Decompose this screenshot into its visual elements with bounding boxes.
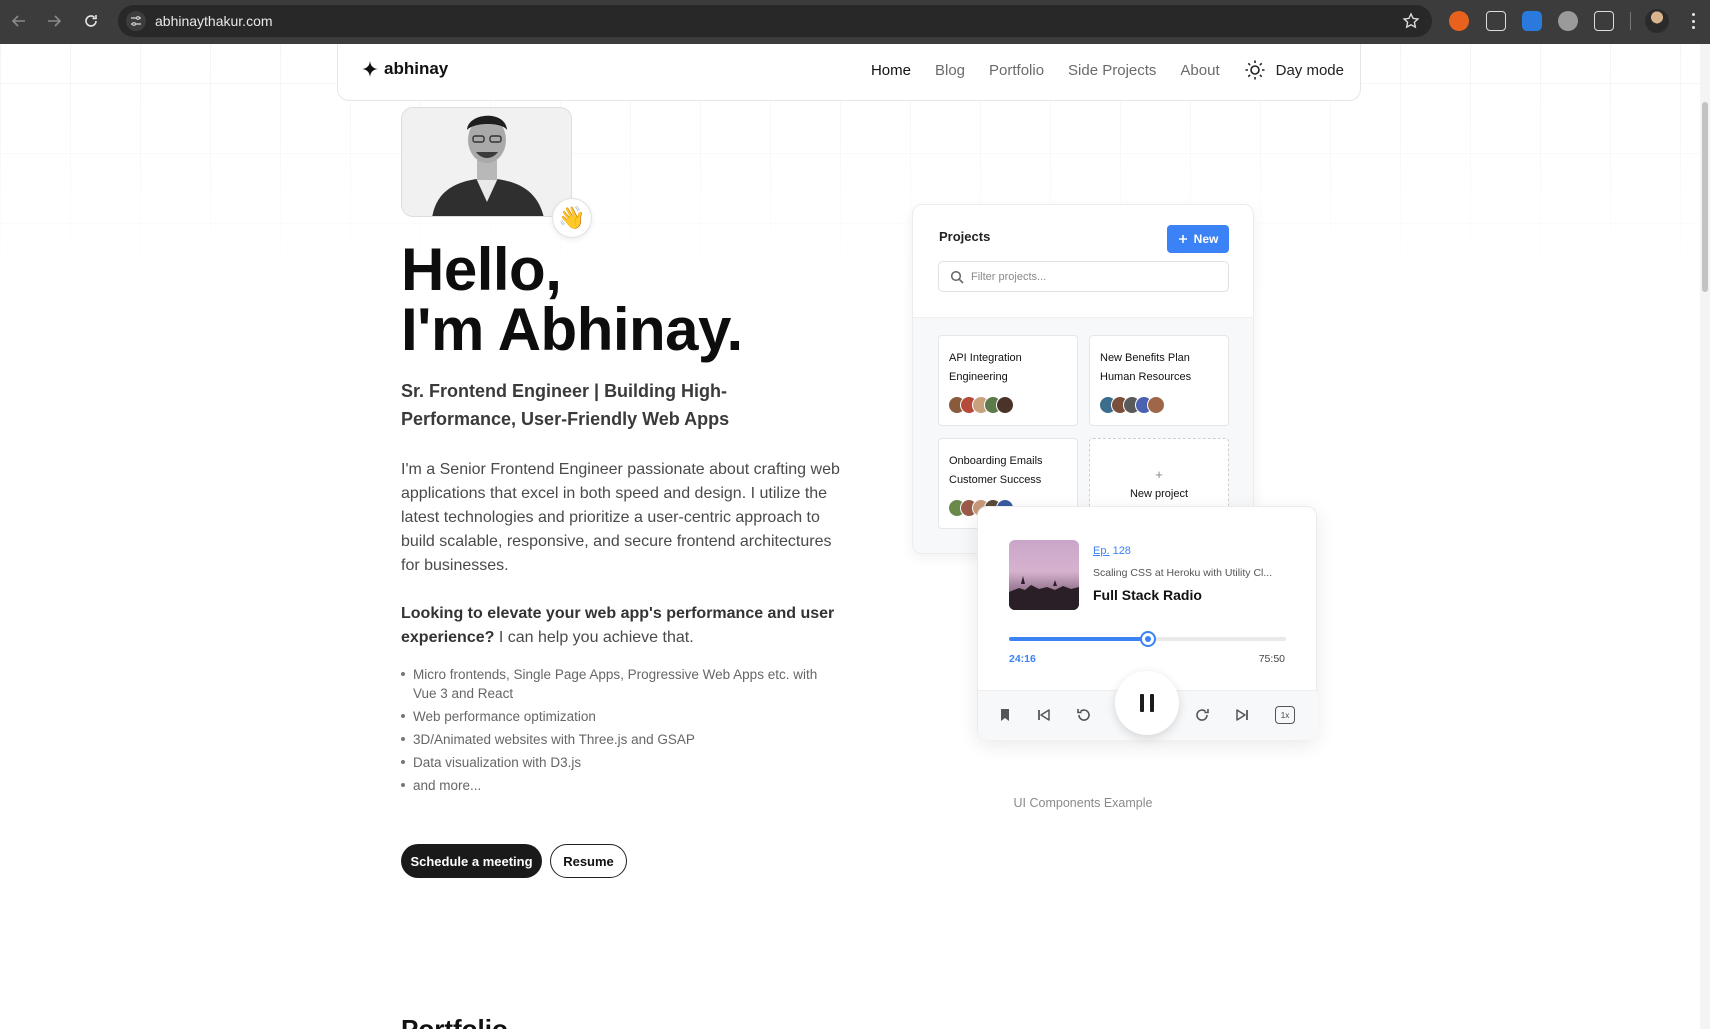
- progress-handle[interactable]: [1139, 631, 1156, 647]
- brand-name: abhinay: [384, 59, 449, 78]
- project-team: Human Resources: [1100, 371, 1192, 383]
- project-card[interactable]: New Benefits Plan Human Resources: [1089, 335, 1229, 426]
- current-time: 24:16: [1009, 653, 1036, 665]
- sun-icon: [1245, 60, 1265, 80]
- filter-projects-field[interactable]: [938, 261, 1229, 292]
- forward-icon[interactable]: [43, 10, 65, 32]
- page-scrollbar[interactable]: [1700, 44, 1710, 1029]
- project-name: Onboarding Emails: [949, 455, 1043, 467]
- browser-menu-icon[interactable]: [1685, 11, 1701, 31]
- episode-number-value: 128: [1109, 545, 1131, 557]
- waving-hand-icon: 👋: [552, 198, 592, 238]
- rewind-icon[interactable]: [1074, 706, 1092, 724]
- episode-cover-art: [1009, 540, 1079, 610]
- bookmark-icon[interactable]: [996, 706, 1014, 724]
- list-item: Data visualization with D3.js: [401, 753, 843, 772]
- theme-toggle[interactable]: Day mode: [1244, 59, 1344, 81]
- site-settings-icon[interactable]: [126, 11, 146, 31]
- project-team: Customer Success: [949, 474, 1042, 486]
- scrollbar-thumb[interactable]: [1702, 102, 1708, 292]
- main-nav: Home Blog Portfolio Side Projects About …: [871, 59, 1344, 81]
- sparkle-icon: [362, 61, 378, 77]
- project-team: Engineering: [949, 371, 1008, 383]
- resume-button[interactable]: Resume: [550, 844, 627, 878]
- hero-pitch: Looking to elevate your web app's perfor…: [401, 602, 841, 650]
- playback-speed-button[interactable]: 1x: [1275, 706, 1295, 724]
- podcast-player-widget: Ep. 128 Scaling CSS at Heroku with Utili…: [977, 506, 1318, 740]
- pause-button[interactable]: [1115, 671, 1179, 735]
- total-time: 75:50: [1258, 653, 1285, 665]
- extension-fox-icon[interactable]: [1449, 11, 1469, 31]
- list-item: and more...: [401, 776, 843, 795]
- headline-line-2: I'm Abhinay.: [401, 296, 743, 363]
- reload-icon[interactable]: [80, 10, 102, 32]
- portfolio-section-title: Portfolio: [401, 1014, 508, 1029]
- list-item: Web performance optimization: [401, 707, 843, 726]
- project-card[interactable]: API Integration Engineering: [938, 335, 1078, 426]
- episode-prefix: Ep.: [1093, 545, 1110, 557]
- schedule-meeting-button[interactable]: Schedule a meeting: [401, 844, 542, 878]
- nav-portfolio[interactable]: Portfolio: [989, 62, 1044, 79]
- list-item: 3D/Animated websites with Three.js and G…: [401, 730, 843, 749]
- project-info: API Integration Engineering: [949, 349, 1022, 387]
- avatar: [996, 396, 1014, 414]
- fast-forward-icon[interactable]: [1194, 706, 1212, 724]
- filter-projects-input[interactable]: [971, 268, 1211, 286]
- show-name: Full Stack Radio: [1093, 587, 1202, 603]
- notion-extension-icon[interactable]: [1486, 11, 1506, 31]
- extension-blue-icon[interactable]: [1522, 11, 1542, 31]
- search-icon: [950, 270, 964, 284]
- project-info: Onboarding Emails Customer Success: [949, 452, 1043, 490]
- plus-icon: +: [1155, 466, 1163, 482]
- extensions-puzzle-icon[interactable]: [1594, 11, 1614, 31]
- site-header: abhinay Home Blog Portfolio Side Project…: [337, 44, 1361, 101]
- page-viewport: abhinay Home Blog Portfolio Side Project…: [0, 44, 1700, 1029]
- progress-fill: [1009, 637, 1148, 641]
- previous-icon[interactable]: [1035, 706, 1053, 724]
- projects-widget: Projects New API Integration Engineering: [912, 204, 1254, 554]
- project-name: New Benefits Plan: [1100, 352, 1190, 364]
- project-info: New Benefits Plan Human Resources: [1100, 349, 1191, 387]
- nav-side-projects[interactable]: Side Projects: [1068, 62, 1156, 79]
- skills-list: Micro frontends, Single Page Apps, Progr…: [401, 665, 843, 799]
- address-bar[interactable]: abhinaythakur.com: [118, 5, 1432, 37]
- next-icon[interactable]: [1233, 706, 1251, 724]
- profile-photo: [401, 107, 572, 217]
- progress-slider[interactable]: [1009, 631, 1286, 647]
- nav-blog[interactable]: Blog: [935, 62, 965, 79]
- toolbar-divider: [1630, 12, 1631, 30]
- hero-headline: Hello, I'm Abhinay.: [401, 240, 743, 360]
- components-caption: UI Components Example: [1013, 796, 1153, 810]
- theme-toggle-label: Day mode: [1275, 61, 1344, 79]
- browser-toolbar: abhinaythakur.com: [0, 0, 1710, 44]
- member-avatars: [948, 396, 1014, 414]
- list-item: Micro frontends, Single Page Apps, Progr…: [401, 665, 843, 703]
- episode-title: Scaling CSS at Heroku with Utility Cl...: [1093, 567, 1273, 579]
- projects-title: Projects: [939, 229, 991, 244]
- episode-number[interactable]: Ep. 128: [1093, 545, 1131, 557]
- pitch-rest: I can help you achieve that.: [494, 629, 694, 646]
- hero-intro: I'm a Senior Frontend Engineer passionat…: [401, 461, 840, 574]
- back-icon[interactable]: [8, 10, 30, 32]
- headline-line-1: Hello,: [401, 236, 562, 303]
- member-avatars: [1099, 396, 1165, 414]
- new-button-label: New: [1193, 232, 1219, 246]
- new-project-button[interactable]: New: [1167, 225, 1229, 253]
- nav-home[interactable]: Home: [871, 62, 911, 79]
- new-project-label: New project: [1129, 487, 1189, 500]
- pause-icon: [1140, 694, 1144, 712]
- avatar: [1147, 396, 1165, 414]
- pause-icon: [1150, 694, 1154, 712]
- hero-subheading: Sr. Frontend Engineer | Building High-Pe…: [401, 381, 730, 429]
- nav-about[interactable]: About: [1180, 62, 1219, 79]
- plus-icon: [1178, 235, 1187, 243]
- extension-eyes-icon[interactable]: [1558, 11, 1578, 31]
- bookmark-star-icon[interactable]: [1402, 12, 1420, 30]
- profile-avatar[interactable]: [1645, 9, 1669, 33]
- brand-logo[interactable]: abhinay: [362, 59, 448, 79]
- url-text: abhinaythakur.com: [155, 13, 273, 29]
- project-name: API Integration: [949, 352, 1022, 364]
